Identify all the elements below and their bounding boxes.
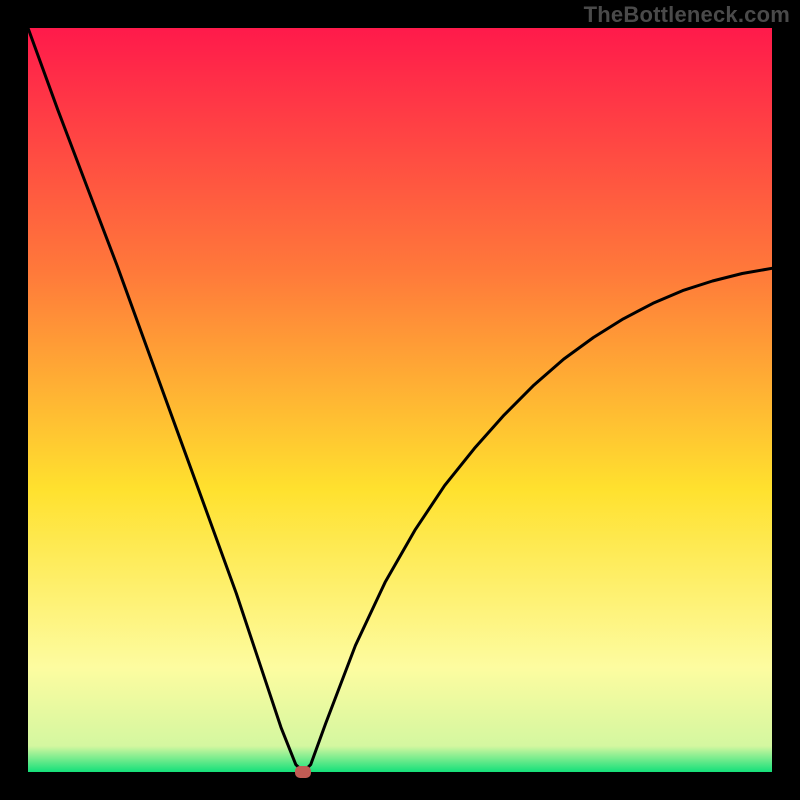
watermark-text: TheBottleneck.com — [584, 2, 790, 28]
curve-path — [28, 28, 772, 772]
minimum-marker — [295, 766, 311, 778]
bottleneck-curve — [0, 0, 800, 800]
chart-frame: TheBottleneck.com — [0, 0, 800, 800]
